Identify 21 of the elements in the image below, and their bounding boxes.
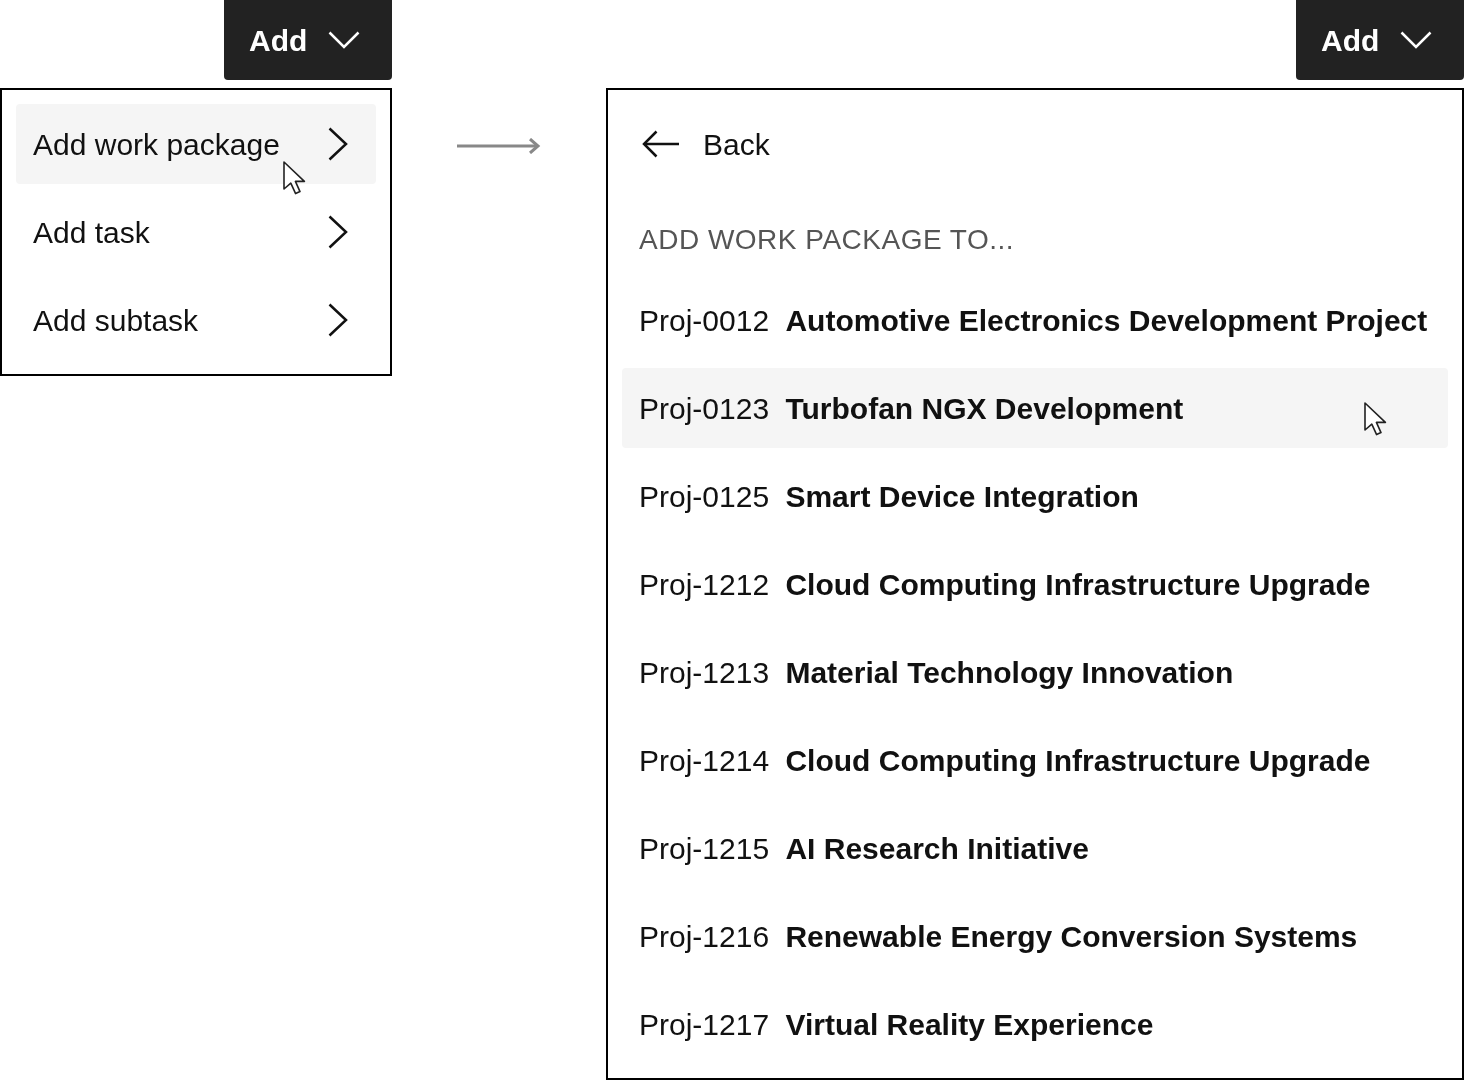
menu-item[interactable]: Add task	[16, 192, 376, 272]
add-button[interactable]: Add	[224, 0, 392, 80]
right-arrow-icon	[457, 138, 541, 154]
project-item[interactable]: Proj-1215 AI Research Initiative	[622, 808, 1448, 888]
chevron-right-icon	[328, 303, 348, 337]
back-button[interactable]: Back	[622, 104, 782, 184]
menu-item[interactable]: Add subtask	[16, 280, 376, 360]
project-item[interactable]: Proj-1212 Cloud Computing Infrastructure Upgrade	[622, 544, 1448, 624]
project-item[interactable]: Proj-0012 Automotive Electronics Development Project	[622, 280, 1448, 360]
chevron-down-icon	[1400, 31, 1433, 49]
section-heading: ADD WORK PACKAGE TO...	[639, 223, 1015, 257]
project-item[interactable]: Proj-0125 Smart Device Integration	[622, 456, 1448, 536]
project-item[interactable]: Proj-1216 Renewable Energy Conversion Systems	[622, 896, 1448, 976]
chevron-right-icon	[328, 127, 348, 161]
chevron-right-icon	[328, 215, 348, 249]
project-item[interactable]: Proj-1214 Cloud Computing Infrastructure Upgrade	[622, 720, 1448, 800]
project-item[interactable]: Proj-1217 Virtual Reality Experience	[622, 984, 1448, 1064]
project-item[interactable]: Proj-0123 Turbofan NGX Development	[622, 368, 1448, 448]
chevron-down-icon	[328, 31, 361, 49]
project-item[interactable]: Proj-1213 Material Technology Innovation	[622, 632, 1448, 712]
add-button[interactable]: Add	[1296, 0, 1464, 80]
